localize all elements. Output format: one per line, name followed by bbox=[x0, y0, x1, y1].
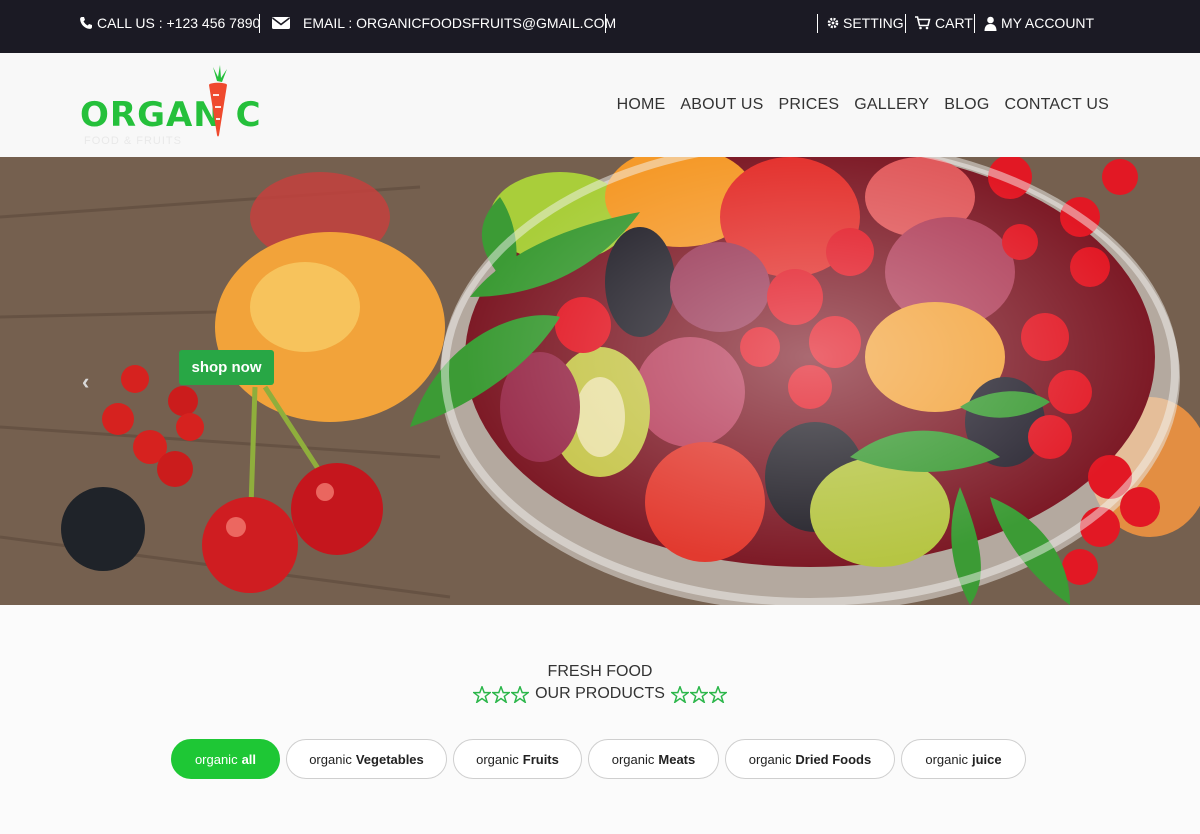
logo-tagline: FOOD & FRUITS bbox=[84, 135, 182, 147]
email-text: EMAIL : ORGANICFOODSFRUITS@GMAIL.COM bbox=[303, 15, 617, 31]
cart-link[interactable]: CART bbox=[914, 0, 973, 46]
envelope-icon bbox=[272, 17, 290, 29]
call-info: CALL US : +123 456 7890 bbox=[79, 0, 260, 46]
star-icon bbox=[708, 685, 727, 703]
user-icon bbox=[984, 16, 997, 31]
divider bbox=[605, 14, 606, 33]
section-title-text: OUR PRODUCTS bbox=[535, 685, 665, 702]
nav-blog[interactable]: BLOG bbox=[944, 96, 989, 114]
nav-about-us[interactable]: ABOUT US bbox=[680, 96, 763, 114]
carousel-prev-arrow[interactable]: ‹ bbox=[82, 369, 89, 395]
tab-organic-all[interactable]: organic all bbox=[171, 739, 280, 779]
nav-prices[interactable]: PRICES bbox=[778, 96, 839, 114]
divider bbox=[259, 14, 260, 33]
hero-banner: ‹ shop now bbox=[0, 157, 1200, 605]
nav-home[interactable]: HOME bbox=[617, 96, 666, 114]
main-nav: HOME ABOUT US PRICES GALLERY BLOG CONTAC… bbox=[617, 96, 1109, 114]
call-text: CALL US : +123 456 7890 bbox=[97, 15, 261, 31]
gear-icon bbox=[827, 17, 839, 29]
setting-label: SETTING bbox=[843, 15, 904, 31]
section-eyebrow: FRESH FOOD bbox=[547, 663, 653, 680]
divider bbox=[817, 14, 818, 33]
tab-organic-dried-foods[interactable]: organic Dried Foods bbox=[725, 739, 895, 779]
star-icon bbox=[689, 685, 708, 703]
carrot-icon bbox=[209, 65, 227, 137]
nav-contact-us[interactable]: CONTACT US bbox=[1004, 96, 1109, 114]
tab-organic-vegetables[interactable]: organic Vegetables bbox=[286, 739, 447, 779]
logo-wordmark: ORGAN C bbox=[80, 95, 262, 135]
star-icon bbox=[473, 685, 492, 703]
star-icon bbox=[492, 685, 511, 703]
cart-label: CART bbox=[935, 15, 973, 31]
stars-left bbox=[473, 685, 530, 703]
star-icon bbox=[511, 685, 530, 703]
account-link[interactable]: MY ACCOUNT bbox=[984, 0, 1094, 46]
tab-organic-meats[interactable]: organic Meats bbox=[588, 739, 719, 779]
email-info[interactable]: EMAIL : ORGANICFOODSFRUITS@GMAIL.COM bbox=[271, 0, 616, 46]
cart-icon bbox=[915, 16, 931, 30]
top-bar: CALL US : +123 456 7890 EMAIL : ORGANICF… bbox=[0, 0, 1200, 53]
account-label: MY ACCOUNT bbox=[1001, 15, 1095, 31]
tab-organic-fruits[interactable]: organic Fruits bbox=[453, 739, 582, 779]
product-filter-tabs: organic all organic Vegetables organic Frui… bbox=[171, 739, 1026, 779]
star-icon bbox=[670, 685, 689, 703]
section-title: OUR PRODUCTS bbox=[0, 685, 1200, 703]
setting-link[interactable]: SETTING bbox=[827, 0, 904, 46]
stars-right bbox=[670, 685, 727, 703]
divider bbox=[974, 14, 975, 33]
tab-organic-juice[interactable]: organic juice bbox=[901, 739, 1026, 779]
logo[interactable]: ORGAN C FOOD & FRUITS bbox=[80, 65, 270, 155]
divider bbox=[905, 14, 906, 33]
site-header: ORGAN C FOOD & FRUITS HOME ABOUT US PRIC… bbox=[0, 53, 1200, 157]
nav-gallery[interactable]: GALLERY bbox=[854, 96, 929, 114]
phone-icon bbox=[80, 17, 92, 29]
shop-now-button[interactable]: shop now bbox=[179, 350, 274, 385]
